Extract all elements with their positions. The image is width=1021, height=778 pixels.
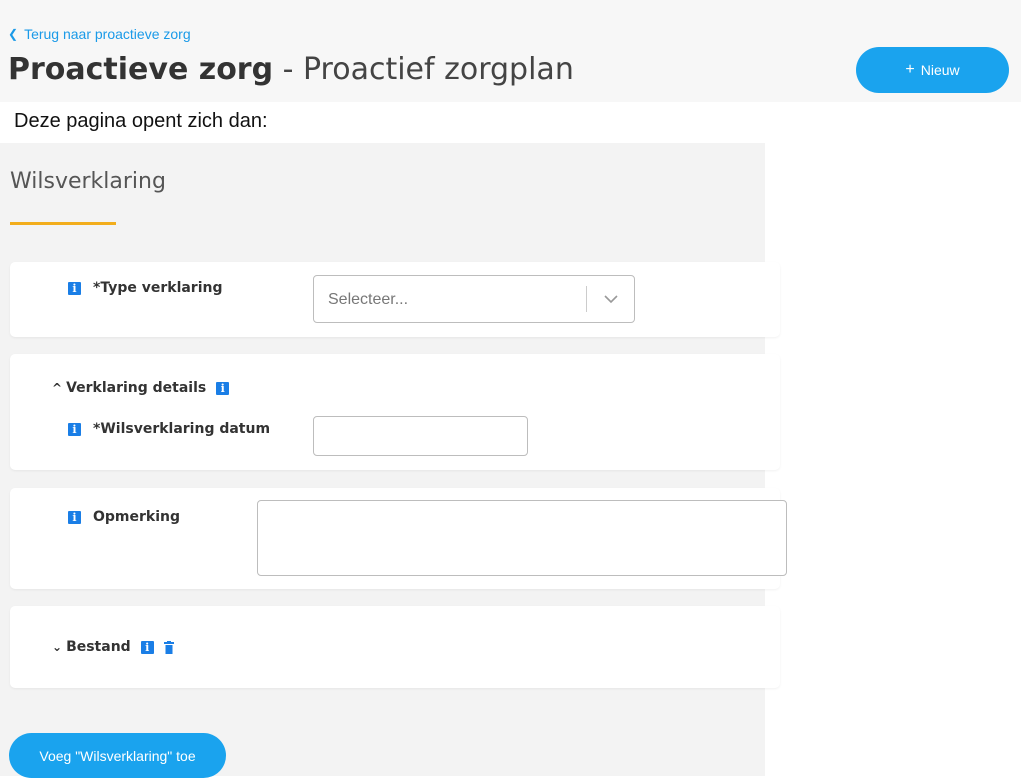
page-title-sub: Proactief zorgplan — [302, 52, 574, 87]
remark-card: i Opmerking — [10, 488, 787, 589]
add-button-label: Voeg "Wilsverklaring" toe — [39, 747, 196, 764]
new-button-label: Nieuw — [920, 62, 960, 78]
info-icon[interactable]: i — [68, 422, 81, 436]
type-select[interactable]: Selecteer... — [313, 275, 635, 323]
page-title-main: Proactieve zorg — [8, 52, 274, 87]
select-separator — [586, 286, 587, 312]
type-card: i *Type verklaring Selecteer... — [10, 262, 780, 337]
date-field-label-row: i *Wilsverklaring datum — [68, 421, 270, 437]
new-button[interactable]: + Nieuw — [856, 47, 1009, 93]
type-select-placeholder: Selecteer... — [328, 291, 409, 308]
chevron-left-icon: ❮ — [8, 27, 19, 41]
section-title: Wilsverklaring — [10, 169, 166, 194]
info-icon[interactable]: i — [216, 381, 230, 395]
chevron-down-icon: ⌄ — [52, 640, 63, 654]
document-text: Deze pagina opent zich dan: — [14, 110, 268, 132]
details-header: Verklaring details — [66, 380, 207, 396]
plus-icon: + — [905, 61, 915, 78]
page-header: ❮ Terug naar proactieve zorg Proactieve … — [0, 0, 1021, 102]
details-toggle[interactable]: ^ Verklaring details i — [52, 380, 230, 396]
back-link-label: Terug naar proactieve zorg — [24, 26, 191, 42]
info-icon[interactable]: i — [68, 281, 81, 295]
details-card: ^ Verklaring details i i *Wilsverklaring… — [10, 354, 780, 470]
remark-textarea[interactable] — [257, 500, 787, 576]
type-field-label: *Type verklaring — [93, 280, 223, 296]
remark-field-label-row: i Opmerking — [68, 509, 180, 525]
add-wilsverklaring-button[interactable]: Voeg "Wilsverklaring" toe — [9, 733, 226, 778]
info-icon[interactable]: i — [140, 640, 154, 654]
page-title: Proactieve zorg - Proactief zorgplan — [8, 52, 574, 87]
date-input[interactable] — [313, 416, 528, 456]
file-toggle[interactable]: ⌄ Bestand i — [52, 639, 174, 655]
remark-field-label: Opmerking — [93, 509, 181, 525]
date-field-label: *Wilsverklaring datum — [93, 421, 271, 437]
type-field-label-row: i *Type verklaring — [68, 280, 223, 296]
chevron-up-icon: ^ — [52, 381, 63, 395]
file-card: ⌄ Bestand i — [10, 606, 780, 688]
page-title-separator: - — [273, 52, 303, 87]
info-icon[interactable]: i — [68, 510, 81, 524]
section-underline — [10, 222, 116, 225]
file-header: Bestand — [66, 639, 131, 655]
chevron-down-icon[interactable] — [600, 290, 622, 308]
wilsverklaring-form: Wilsverklaring i *Type verklaring Select… — [0, 143, 787, 778]
trash-icon[interactable] — [163, 640, 174, 654]
back-link[interactable]: ❮ Terug naar proactieve zorg — [8, 26, 191, 42]
